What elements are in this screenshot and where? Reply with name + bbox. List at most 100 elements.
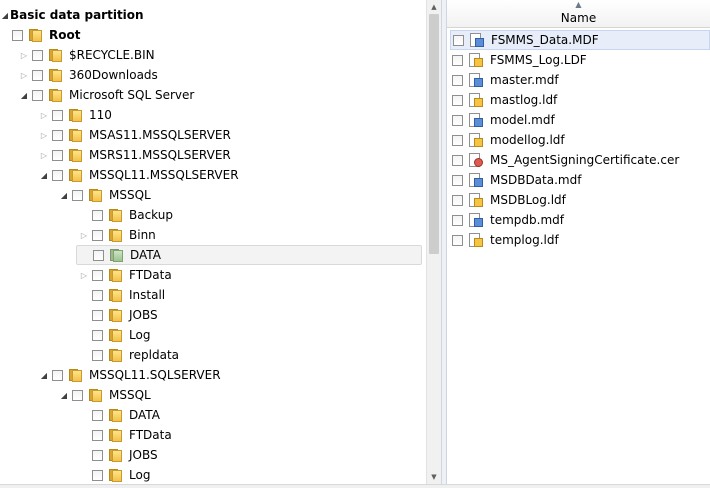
tree-row[interactable]: ▷ FTData [0,265,426,285]
tree-item-label: MSRS11.MSSQLSERVER [89,148,231,162]
name-column-header[interactable]: ▲ Name [447,0,710,28]
file-row[interactable]: templog.ldf [450,230,710,250]
tree-row[interactable]: ▷ MSRS11.MSSQLSERVER [0,145,426,165]
tree-row[interactable]: ◢ MSSQL [0,385,426,405]
tree-checkbox[interactable] [92,289,103,301]
file-checkbox[interactable] [452,154,463,166]
tree-row[interactable]: Log [0,325,426,345]
tree-checkbox[interactable] [92,429,103,441]
tree-checkbox[interactable] [32,69,43,81]
file-checkbox[interactable] [453,34,464,46]
tree-row[interactable]: ▷ 110 [0,105,426,125]
tree-header[interactable]: ◢ Basic data partition [0,5,426,25]
tree-row[interactable]: ◢ MSSQL11.MSSQLSERVER [0,165,426,185]
file-name: FSMMS_Data.MDF [491,33,599,47]
partition-label: Basic data partition [10,8,144,22]
expand-arrow-icon[interactable]: ▷ [76,225,92,245]
tree-checkbox[interactable] [92,469,103,481]
tree-row[interactable]: ▷ 360Downloads [0,65,426,85]
tree-row[interactable]: repldata [0,345,426,365]
tree-row[interactable]: ◢ MSSQL11.SQLSERVER [0,365,426,385]
tree-row[interactable]: DATA [0,405,426,425]
tree-scrollbar[interactable]: ▲ ▼ [426,0,441,484]
file-checkbox[interactable] [452,114,463,126]
tree-checkbox[interactable] [93,249,104,261]
expand-arrow-icon[interactable]: ▷ [36,125,52,145]
tree-checkbox[interactable] [52,109,63,121]
tree-row[interactable]: Install [0,285,426,305]
tree-row[interactable]: FTData [0,425,426,445]
tree-item-label: Log [129,468,151,482]
file-row[interactable]: tempdb.mdf [450,210,710,230]
tree-row[interactable]: Backup [0,205,426,225]
tree-item-label: repldata [129,348,180,362]
tree-checkbox[interactable] [92,349,103,361]
file-row[interactable]: FSMMS_Data.MDF [450,30,710,50]
tree-checkbox[interactable] [52,149,63,161]
expand-arrow-icon[interactable]: ▷ [36,145,52,165]
tree-checkbox[interactable] [92,269,103,281]
tree-item-label: MSSQL [109,188,151,202]
tree-item-label: Binn [129,228,156,242]
scroll-thumb[interactable] [429,14,439,254]
tree-checkbox[interactable] [72,189,83,201]
tree-row[interactable]: ▷ Binn [0,225,426,245]
file-row[interactable]: MS_AgentSigningCertificate.cer [450,150,710,170]
file-row[interactable]: mastlog.ldf [450,90,710,110]
collapse-arrow-icon[interactable]: ◢ [16,85,32,105]
file-checkbox[interactable] [452,214,463,226]
tree-row[interactable]: JOBS [0,305,426,325]
tree-checkbox[interactable] [92,409,103,421]
scroll-up-icon[interactable]: ▲ [427,0,441,14]
tree-checkbox[interactable] [32,49,43,61]
tree-row[interactable]: JOBS [0,445,426,465]
tree-row[interactable]: ▷ MSAS11.MSSQLSERVER [0,125,426,145]
tree-row[interactable]: ▷ $RECYCLE.BIN [0,45,426,65]
collapse-arrow-icon[interactable]: ◢ [56,185,72,205]
file-checkbox[interactable] [452,74,463,86]
expand-arrow-icon[interactable]: ▷ [16,65,32,85]
file-checkbox[interactable] [452,234,463,246]
collapse-arrow-icon[interactable]: ◢ [36,165,52,185]
tree-row[interactable]: ◢ Microsoft SQL Server [0,85,426,105]
tree-row[interactable]: ◢ MSSQL [0,185,426,205]
file-name: MSDBData.mdf [490,173,582,187]
tree-checkbox[interactable] [92,329,103,341]
file-row[interactable]: master.mdf [450,70,710,90]
expand-arrow-icon[interactable]: ▷ [16,45,32,65]
tree-checkbox[interactable] [72,389,83,401]
tree-checkbox[interactable] [52,129,63,141]
file-row[interactable]: FSMMS_Log.LDF [450,50,710,70]
file-checkbox[interactable] [452,134,463,146]
collapse-icon[interactable]: ◢ [0,5,10,25]
tree-checkbox[interactable] [52,169,63,181]
expand-arrow-icon[interactable]: ▷ [36,105,52,125]
tree-row[interactable]: Root [0,25,426,45]
tree-checkbox[interactable] [92,229,103,241]
file-row[interactable]: modellog.ldf [450,130,710,150]
file-checkbox[interactable] [452,54,463,66]
expand-arrow-icon[interactable]: ▷ [76,265,92,285]
file-checkbox[interactable] [452,94,463,106]
folder-icon [68,148,82,162]
collapse-arrow-icon[interactable]: ◢ [56,385,72,405]
tree-row[interactable]: DATA [0,245,426,265]
scroll-down-icon[interactable]: ▼ [427,470,441,484]
tree-checkbox[interactable] [32,89,43,101]
tree-checkbox[interactable] [12,29,23,41]
tree-row[interactable]: Log [0,465,426,484]
collapse-arrow-icon[interactable]: ◢ [36,365,52,385]
file-checkbox[interactable] [452,174,463,186]
file-checkbox[interactable] [452,194,463,206]
file-row[interactable]: model.mdf [450,110,710,130]
tree-checkbox[interactable] [92,209,103,221]
file-row[interactable]: MSDBLog.ldf [450,190,710,210]
tree-checkbox[interactable] [92,449,103,461]
folder-icon [108,428,122,442]
tree-checkbox[interactable] [92,309,103,321]
tree-checkbox[interactable] [52,369,63,381]
file-row[interactable]: MSDBData.mdf [450,170,710,190]
